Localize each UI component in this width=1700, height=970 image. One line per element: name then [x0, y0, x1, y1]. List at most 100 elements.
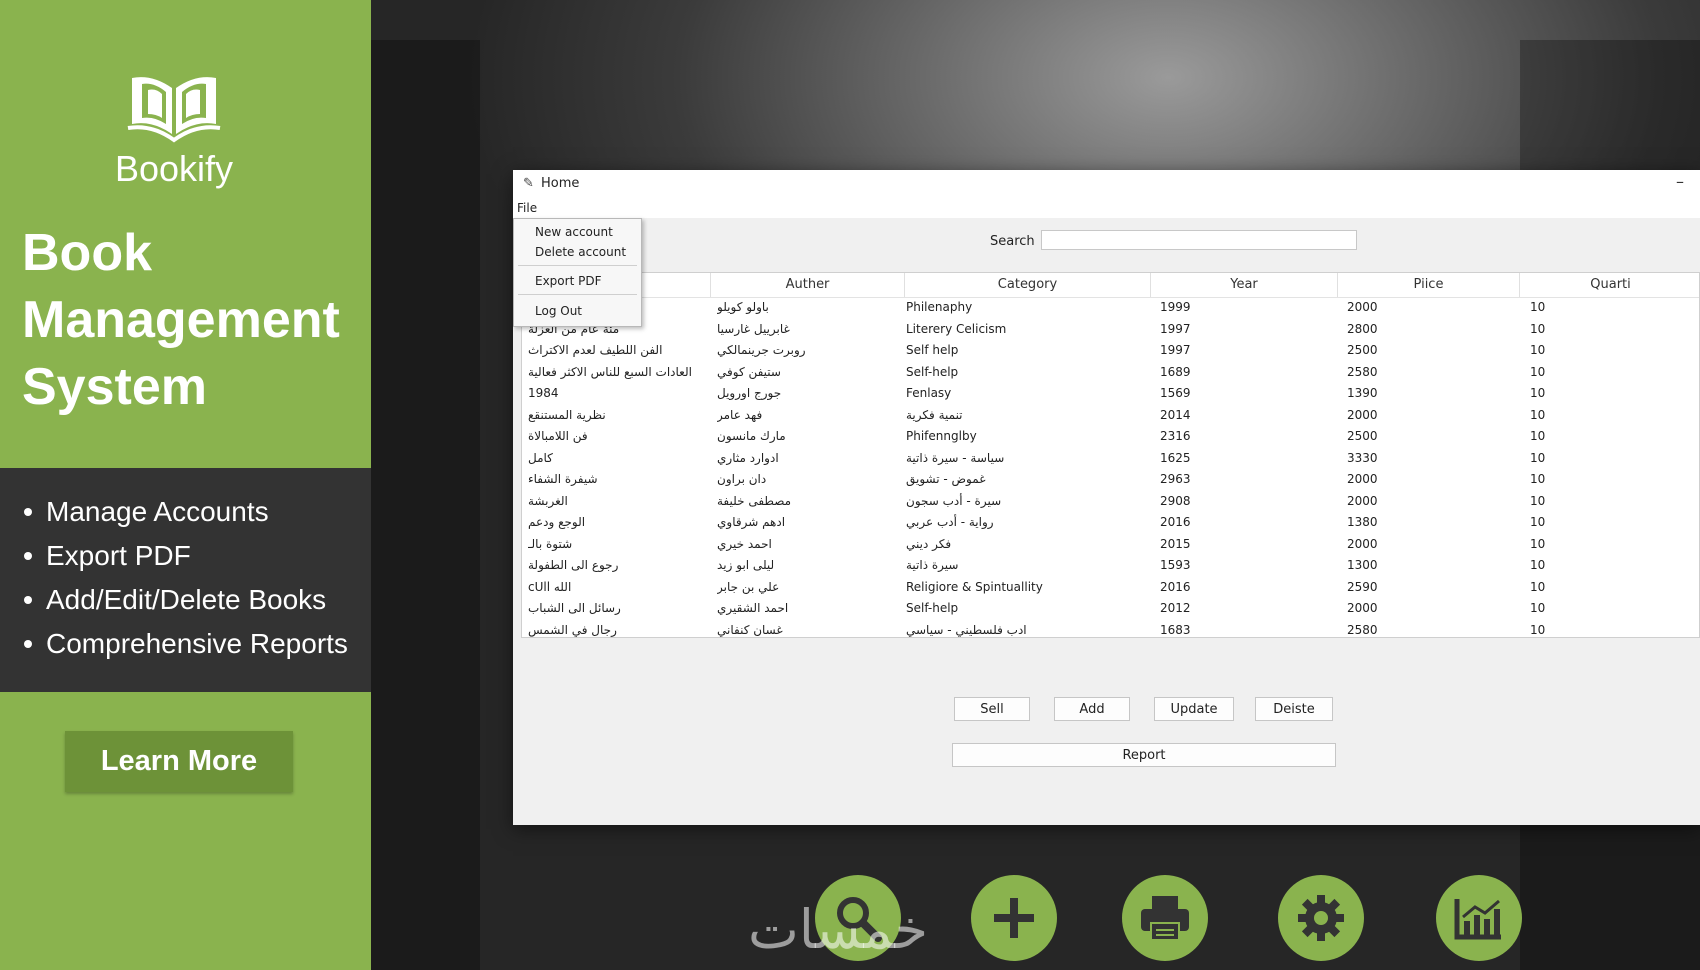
table-cell: 2000 — [1347, 601, 1378, 615]
title-bar: ✎ Home – — [513, 170, 1700, 198]
table-row[interactable]: 1984 جورج اورويل Fenlasy 1569 1390 10 — [522, 383, 1699, 405]
table-row[interactable]: فن اللامبالاة مارك مانسون Phifennglby 2316 2… — [522, 426, 1699, 448]
table-cell: Religiore & Spintuallity — [906, 579, 1043, 594]
table-cell: 2316 — [1160, 429, 1191, 443]
table-cell: 2580 — [1347, 364, 1378, 379]
table-cell: سيرة - أدب سجون — [906, 493, 1002, 508]
table-row[interactable]: باولو كويلو Philenaphy 1999 2000 10 — [522, 297, 1699, 319]
table-cell: 1625 — [1160, 450, 1191, 465]
column-header[interactable]: Auther — [711, 273, 905, 297]
add-book-button[interactable] — [971, 875, 1057, 961]
table-cell: فن اللامبالاة — [528, 429, 588, 443]
table-cell: 2800 — [1347, 321, 1378, 336]
table-cell: الوجع ودعم — [528, 515, 586, 529]
report-button[interactable]: Report — [952, 743, 1336, 767]
menu-item-log-out[interactable]: Log Out — [535, 304, 582, 318]
menu-item-export-pdf[interactable]: Export PDF — [535, 274, 601, 288]
sell-button[interactable]: Sell — [954, 697, 1030, 721]
table-cell: 10 — [1530, 579, 1546, 594]
hero-title-line: Management — [22, 291, 340, 349]
feature-item: Manage Accounts — [22, 490, 348, 534]
table-body: باولو كويلو Philenaphy 1999 2000 10 مئة عام م… — [522, 297, 1699, 638]
table-row[interactable]: رجوع الى الطفولة ليلى ابو زيد سيرة ذاتية 15… — [522, 555, 1699, 577]
table-cell: 1593 — [1160, 558, 1191, 572]
bullet-icon — [24, 508, 32, 516]
hero-title: Book Management System — [22, 220, 362, 421]
table-row[interactable]: مئة عام من العزلة غابرييل غارسيا Literery … — [522, 319, 1699, 341]
table-cell: 10 — [1530, 515, 1546, 529]
watermark: خمسات — [748, 898, 929, 961]
menu-item-new-account[interactable]: New account — [535, 225, 613, 239]
books-table: Auther Category Year Piice Quarti باولو … — [521, 272, 1700, 638]
table-row[interactable]: رجال في الشمس غسان كنفاني ادب فلسطيني - سي… — [522, 620, 1699, 638]
feature-label: Comprehensive Reports — [46, 628, 348, 659]
table-cell: الفن اللطيف لعدم الاكتراث — [528, 343, 663, 357]
table-cell: شتوة بالـ — [528, 536, 573, 551]
table-row[interactable]: شيفرة الشفاء دان براون غموض - تشويق 2963 200… — [522, 469, 1699, 491]
update-button[interactable]: Update — [1154, 697, 1234, 721]
reports-button[interactable] — [1436, 875, 1522, 961]
file-menu[interactable]: File — [517, 201, 537, 215]
feature-item: Export PDF — [22, 534, 348, 578]
table-cell: تنمية فكرية — [906, 407, 963, 422]
menu-item-delete-account[interactable]: Delete account — [535, 245, 626, 259]
table-cell: Self-help — [906, 601, 959, 615]
table-cell: 10 — [1530, 622, 1546, 637]
table-cell: رسائل الى الشباب — [528, 601, 621, 615]
add-button[interactable]: Add — [1054, 697, 1130, 721]
feature-label: Export PDF — [46, 540, 191, 571]
table-row[interactable]: كامل ادوارد مثاري سياسة - سيرة ذاتية 1625 33… — [522, 448, 1699, 470]
table-row[interactable]: الفن اللطيف لعدم الاكتراث روبرت جرينمالكي… — [522, 340, 1699, 362]
delete-button[interactable]: Deiste — [1255, 697, 1333, 721]
table-row[interactable]: cUll الله علي بن جابر Religiore & Spintual… — [522, 577, 1699, 599]
table-cell: 1997 — [1160, 343, 1191, 357]
table-cell: علي بن جابر — [717, 579, 780, 594]
column-header[interactable]: Year — [1151, 273, 1338, 297]
learn-more-button[interactable]: Learn More — [65, 731, 293, 792]
table-row[interactable]: الغربشة مصطفى خليفة سيرة - أدب سجون 2908 200… — [522, 491, 1699, 513]
printer-icon — [1141, 896, 1189, 941]
table-cell: 10 — [1530, 558, 1546, 572]
table-cell: ادب فلسطيني - سياسي — [906, 622, 1027, 637]
print-button[interactable] — [1122, 875, 1208, 961]
table-cell: 2000 — [1347, 472, 1378, 486]
table-cell: Phifennglby — [906, 429, 977, 443]
column-header[interactable]: Piice — [1338, 273, 1520, 297]
feature-item: Add/Edit/Delete Books — [22, 578, 348, 622]
table-cell: Self-help — [906, 364, 959, 379]
table-cell: Self help — [906, 343, 959, 357]
column-header[interactable]: Quarti — [1520, 273, 1699, 297]
table-cell: 2016 — [1160, 515, 1191, 529]
bullet-icon — [24, 552, 32, 560]
table-row[interactable]: العادات السبع للناس الاكثر فعالية ستيفن ك… — [522, 362, 1699, 384]
table-cell: سياسة - سيرة ذاتية — [906, 450, 1005, 465]
table-cell: دان براون — [717, 472, 767, 486]
table-row[interactable]: رسائل الى الشباب احمد الشقيري Self-help 201… — [522, 598, 1699, 620]
table-cell: 1984 — [528, 386, 559, 400]
settings-button[interactable] — [1278, 875, 1364, 961]
table-cell: cUll الله — [528, 579, 572, 594]
minimize-button[interactable]: – — [1676, 172, 1684, 191]
table-cell: Literery Celicism — [906, 321, 1007, 336]
search-input[interactable] — [1041, 230, 1357, 250]
table-cell: احمد خيري — [717, 536, 772, 551]
table-cell: 2908 — [1160, 493, 1191, 508]
feature-label: Manage Accounts — [46, 496, 269, 527]
table-row[interactable]: نظرية المستنقع فهد عامر تنمية فكرية 2014 200… — [522, 405, 1699, 427]
table-header: Auther Category Year Piice Quarti — [522, 273, 1699, 298]
table-row[interactable]: شتوة بالـ احمد خيري فكر ديني 2015 2000 10 — [522, 534, 1699, 556]
gear-icon — [1298, 895, 1344, 941]
table-cell: روبرت جرينمالكي — [717, 343, 806, 357]
menu-separator — [518, 294, 637, 295]
table-cell: 2014 — [1160, 407, 1191, 422]
table-cell: 10 — [1530, 407, 1546, 422]
table-cell: كامل — [528, 450, 553, 465]
table-row[interactable]: الوجع ودعم ادهم شرقاوي رواية - أدب عربي 201… — [522, 512, 1699, 534]
window-title: Home — [541, 176, 580, 191]
menu-bar: File — [513, 198, 1700, 218]
table-cell: 1997 — [1160, 321, 1191, 336]
column-header[interactable]: Category — [905, 273, 1151, 297]
open-book-icon — [127, 77, 221, 143]
table-cell: 2590 — [1347, 579, 1378, 594]
table-cell: 2000 — [1347, 493, 1378, 508]
